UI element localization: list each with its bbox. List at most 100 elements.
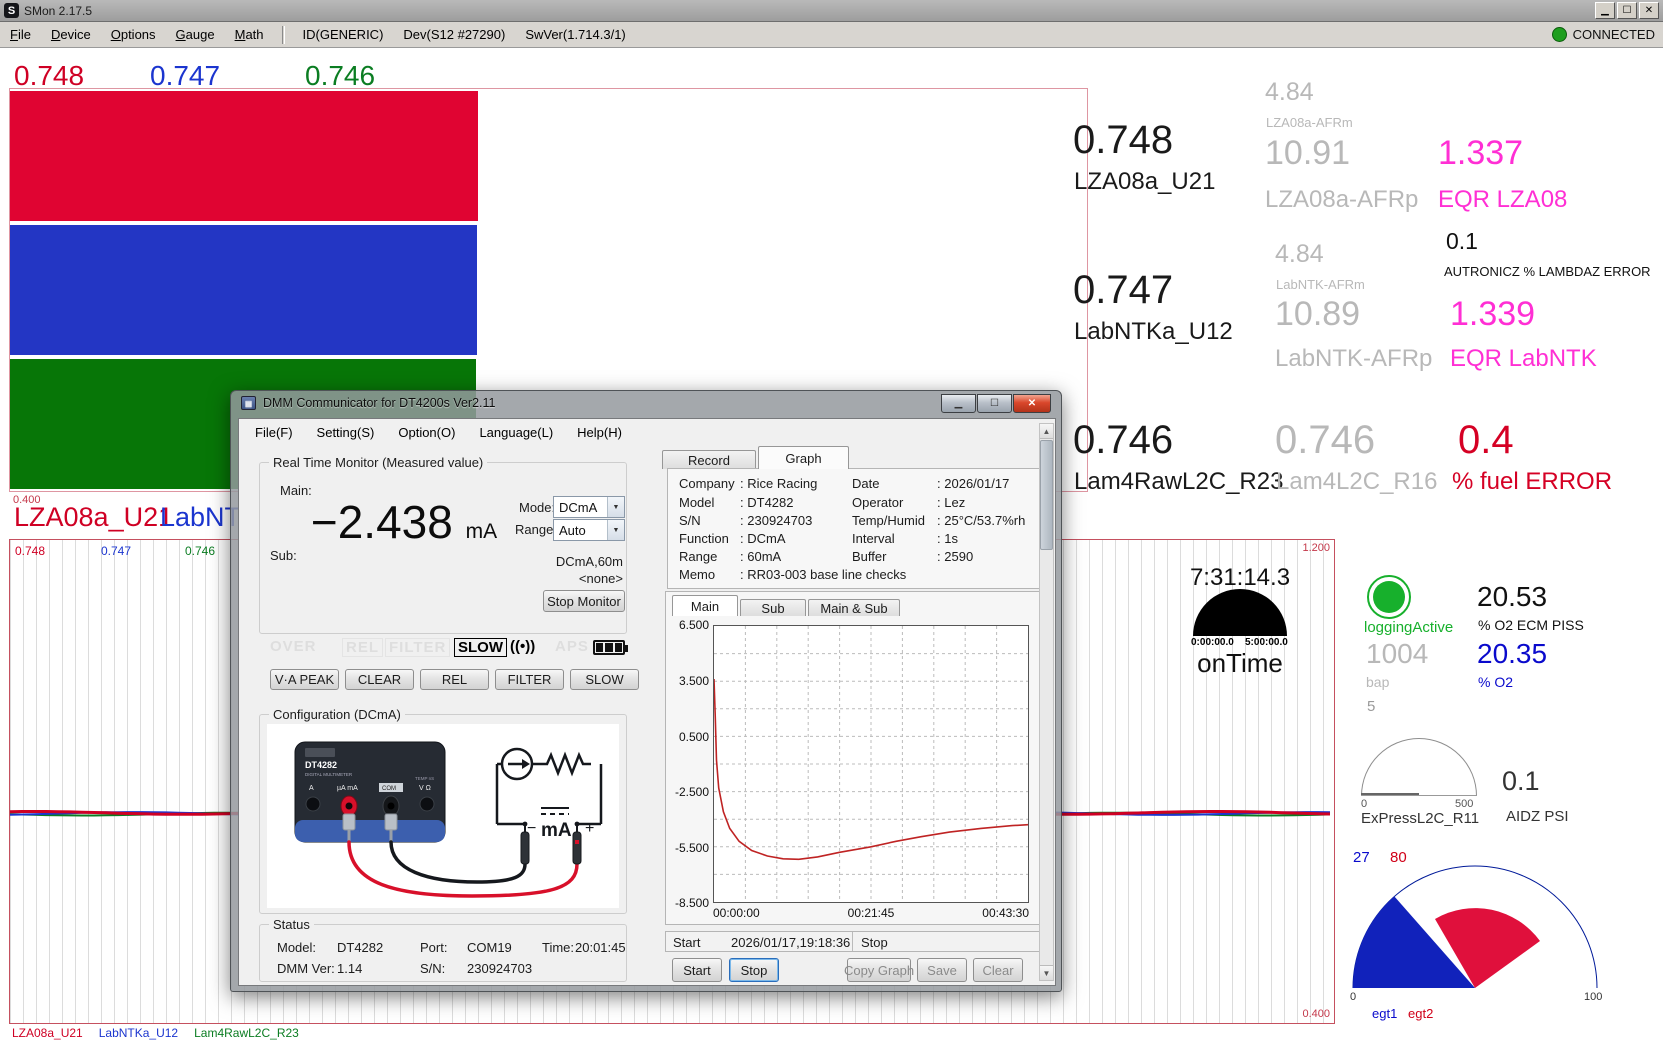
info-key: Interval	[852, 531, 895, 546]
info-value: : 2026/01/17	[937, 476, 1009, 491]
save-button[interactable]: Save	[917, 958, 967, 982]
tab-sub[interactable]: Sub	[740, 599, 806, 616]
express-max: 500	[1455, 798, 1473, 810]
tab-graph[interactable]: Graph	[758, 446, 849, 469]
x-tick: 00:00:00	[713, 906, 803, 920]
tab-main-sub[interactable]: Main & Sub	[808, 599, 900, 616]
readout-eqr2-label: EQR LabNTK	[1450, 345, 1597, 373]
menu-gauge[interactable]: Gauge	[166, 24, 225, 45]
dmm-dialog: ▦ DMM Communicator for DT4200s Ver2.11 ▁…	[230, 390, 1062, 992]
egt-max: 100	[1584, 991, 1602, 1003]
y-tick: -5.500	[665, 841, 709, 855]
bap-value: 1004	[1366, 638, 1428, 670]
dmm-plot	[713, 625, 1029, 903]
readout-lam4raw-label: Lam4RawL2C_R23	[1074, 468, 1283, 496]
status-sn-label: S/N:	[420, 961, 445, 976]
minimize-button[interactable]: ▁	[1595, 2, 1615, 19]
clear-button[interactable]: CLEAR	[345, 669, 414, 690]
strip-y-max: 1.200	[1302, 542, 1330, 554]
svg-text:COM: COM	[382, 786, 396, 792]
info-key: Date	[852, 476, 879, 491]
indicator-over: OVER	[270, 638, 317, 655]
y-tick: 3.500	[665, 674, 709, 688]
filter-button[interactable]: FILTER	[495, 669, 564, 690]
close-button[interactable]: ✕	[1639, 2, 1659, 19]
express-gauge-baseline	[1361, 795, 1477, 796]
connection-status: CONNECTED	[1573, 27, 1655, 42]
bar-labntka	[10, 225, 477, 355]
slow-button[interactable]: SLOW	[570, 669, 639, 690]
dialog-menu-setting[interactable]: Setting(S)	[305, 422, 387, 443]
scroll-down-icon[interactable]: ▼	[1040, 965, 1053, 980]
menu-device[interactable]: Device	[41, 24, 101, 45]
rtm-sub-none: <none>	[475, 571, 623, 586]
info-value: : 2590	[937, 549, 973, 564]
info-key: Company	[679, 476, 735, 491]
stop-monitor-button[interactable]: Stop Monitor	[543, 590, 625, 612]
dialog-minimize-button[interactable]: ▁	[941, 394, 976, 413]
dialog-scrollbar[interactable]: ▲ ▼	[1039, 423, 1054, 981]
bar-label-1: LZA08a_U21	[14, 502, 173, 533]
readout-labntka-value: 0.747	[1073, 268, 1173, 313]
status-group-label: Status	[269, 917, 314, 932]
strip-value-2: 0.747	[101, 544, 131, 558]
tab-record[interactable]: Record	[662, 450, 756, 469]
menu-options[interactable]: Options	[101, 24, 166, 45]
strip-y-min: 0.400	[1302, 1008, 1330, 1020]
express-min: 0	[1361, 798, 1367, 810]
svg-text:A: A	[309, 785, 314, 792]
x-tick: 00:21:45	[826, 906, 916, 920]
legend-item: LabNTKa_U12	[99, 1026, 178, 1040]
rel-button[interactable]: REL	[420, 669, 489, 690]
record-start-value: 2026/01/17,19:18:36	[731, 935, 850, 950]
readout-eqr2-value: 1.339	[1450, 295, 1535, 334]
status-port-label: Port:	[420, 940, 447, 955]
scrollbar-thumb[interactable]	[1040, 440, 1053, 550]
info-value: : Lez	[937, 495, 965, 510]
start-button[interactable]: Start	[672, 958, 722, 982]
maximize-button[interactable]: ☐	[1617, 2, 1637, 19]
readout-lambdaz-error-value: 0.1	[1446, 228, 1478, 255]
o2-value: 20.35	[1477, 638, 1547, 670]
rtm-main-unit: mA	[466, 520, 498, 543]
battery-icon	[593, 640, 625, 655]
rtm-mode-select[interactable]: DCmA▼	[553, 496, 625, 518]
express-label: ExPressL2C_R11	[1361, 810, 1479, 827]
dialog-menu-language[interactable]: Language(L)	[467, 422, 565, 443]
readout-eqr1-value: 1.337	[1438, 134, 1523, 173]
info-key: Temp/Humid	[852, 513, 925, 528]
dialog-maximize-button[interactable]: ☐	[977, 394, 1012, 413]
toolbar-dev: Dev(S12 #27290)	[393, 27, 515, 42]
ontime-min: 0:00:00.0	[1191, 637, 1234, 648]
y-tick: -8.500	[665, 896, 709, 910]
readout-lam4l2c-label: Lam4L2C_R16	[1276, 468, 1437, 496]
black-probe	[521, 832, 529, 864]
ontime-label: onTime	[1180, 648, 1300, 679]
rtm-range-select[interactable]: Auto▼	[553, 519, 625, 541]
menu-file[interactable]: File	[0, 24, 41, 45]
stop-button[interactable]: Stop	[729, 958, 779, 982]
x-tick: 00:43:30	[939, 906, 1029, 920]
scroll-up-icon[interactable]: ▲	[1040, 424, 1053, 439]
indicator-rel: REL	[342, 638, 383, 657]
readout-lambdaz-error-label: AUTRONICZ % LAMBDAZ ERROR	[1444, 264, 1651, 279]
tab-main[interactable]: Main	[672, 595, 738, 616]
black-cable	[391, 842, 525, 882]
config-group-label: Configuration (DCmA)	[269, 707, 405, 722]
dialog-menu-file[interactable]: File(F)	[243, 422, 305, 443]
record-start-label: Start	[673, 935, 700, 950]
va-peak-button[interactable]: V·A PEAK	[270, 669, 339, 690]
y-tick: 6.500	[665, 618, 709, 632]
dialog-menu-help[interactable]: Help(H)	[565, 422, 634, 443]
dialog-close-button[interactable]: ✕	[1013, 394, 1051, 413]
dialog-menu-option[interactable]: Option(O)	[386, 422, 467, 443]
dialog-title: DMM Communicator for DT4200s Ver2.11	[263, 396, 496, 410]
toolbar-separator	[282, 26, 285, 44]
record-stop-label: Stop	[861, 935, 888, 950]
menu-math[interactable]: Math	[225, 24, 274, 45]
copy-graph-button[interactable]: Copy Graph	[847, 958, 911, 982]
clear-button-2[interactable]: Clear	[973, 958, 1023, 982]
titlebar: S SMon 2.17.5 ▁ ☐ ✕	[0, 0, 1663, 22]
dialog-icon: ▦	[241, 396, 256, 410]
record-times-bar	[665, 931, 1042, 952]
